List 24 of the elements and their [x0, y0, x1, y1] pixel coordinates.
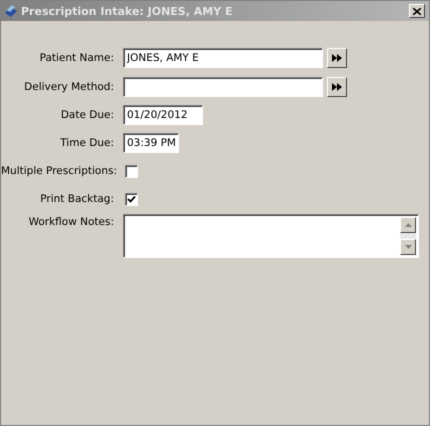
field-label: Patient Name:: [38, 52, 114, 64]
lookup-button[interactable]: [327, 76, 347, 96]
text-field[interactable]: 03:39 PM: [123, 133, 179, 153]
close-button[interactable]: [409, 4, 425, 18]
notes-field[interactable]: [123, 214, 419, 258]
field-label: Print Backtag:: [39, 193, 114, 205]
field-label: Time Due:: [59, 137, 114, 149]
up-arrow-icon: [404, 223, 412, 227]
double-arrow-icon: [332, 54, 342, 62]
field-label: Multiple Prescriptions:: [1, 165, 114, 177]
lookup-button[interactable]: [327, 48, 347, 68]
field-label: Workflow Notes:: [28, 215, 114, 228]
checkbox[interactable]: [125, 164, 138, 178]
field-label: Delivery Method:: [23, 80, 114, 92]
text-field[interactable]: [123, 76, 323, 96]
field-label: Date Due:: [60, 109, 114, 121]
text-field[interactable]: 01/20/2012: [123, 105, 203, 125]
checkbox[interactable]: [125, 192, 138, 206]
window-title: Prescription Intake: JONES, AMY E: [21, 4, 234, 18]
close-icon: [413, 8, 421, 14]
down-arrow-icon: [404, 245, 412, 249]
scrollbar[interactable]: [400, 217, 416, 255]
app-icon: [4, 4, 18, 18]
double-arrow-icon: [332, 82, 342, 90]
